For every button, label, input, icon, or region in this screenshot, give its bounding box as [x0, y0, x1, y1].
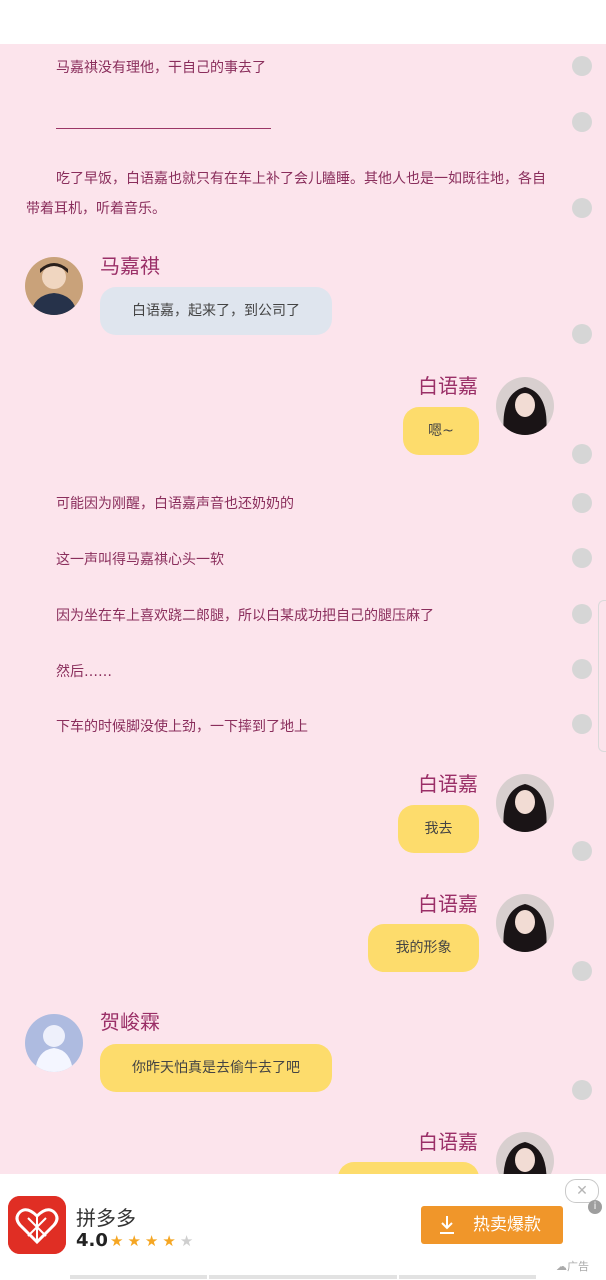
story-paragraph: 这一声叫得马嘉祺心头一软: [56, 552, 224, 568]
bottom-indicator: [70, 1275, 207, 1279]
star-icon: ★: [110, 1232, 128, 1250]
comment-dot[interactable]: [572, 961, 592, 981]
story-paragraph: 然后……: [56, 664, 112, 680]
ad-label: ☁广告: [556, 1260, 589, 1273]
star-icon: ★: [127, 1232, 145, 1250]
ad-app-name: 拼多多: [76, 1206, 136, 1230]
comment-dot[interactable]: [572, 659, 592, 679]
top-bar: [0, 0, 606, 44]
comment-dot[interactable]: [572, 324, 592, 344]
ad-banner[interactable]: 拼多多 4.0 ★★★★★ 热卖爆款 ✕ i ☁广告: [0, 1174, 606, 1280]
speaker-name: 白语嘉: [418, 1130, 478, 1154]
ad-button-label: 热卖爆款: [473, 1215, 541, 1235]
story-paragraph: 因为坐在车上喜欢跷二郎腿，所以白某成功把自己的腿压麻了: [56, 608, 434, 624]
chat-bubble: 白语嘉，起来了，到公司了: [100, 287, 332, 335]
download-icon: [440, 1216, 454, 1234]
chat-bubble: 你昨天怕真是去偷牛去了吧: [100, 1044, 332, 1092]
ad-download-button[interactable]: 热卖爆款: [421, 1206, 563, 1244]
pinduoduo-logo-icon[interactable]: [8, 1196, 66, 1254]
speaker-name: 贺峻霖: [100, 1010, 160, 1034]
rating-stars: ★★★★★: [110, 1232, 197, 1250]
chat-bubble: 嗯~: [403, 407, 479, 455]
bottom-indicator: [399, 1275, 536, 1279]
comment-dot[interactable]: [572, 198, 592, 218]
star-icon: ★: [144, 1232, 163, 1250]
avatar-majiaqi[interactable]: [25, 257, 83, 315]
comment-dot[interactable]: [572, 112, 592, 132]
cloud-icon: ☁: [556, 1260, 567, 1273]
speaker-name: 白语嘉: [418, 772, 478, 796]
comment-dot[interactable]: [572, 604, 592, 624]
speaker-name: 白语嘉: [418, 374, 478, 398]
comment-dot[interactable]: [572, 56, 592, 76]
avatar-baiyujia[interactable]: [496, 774, 554, 832]
comment-dot[interactable]: [572, 548, 592, 568]
story-paragraph: 下车的时候脚没使上劲，一下摔到了地上: [56, 719, 308, 735]
chat-bubble: 我的形象: [368, 924, 479, 972]
chat-bubble: [338, 1162, 479, 1174]
story-paragraph: 可能因为刚醒，白语嘉声音也还奶奶的: [56, 496, 294, 512]
star-icon: ★: [179, 1232, 198, 1250]
comment-dot[interactable]: [572, 1080, 592, 1100]
story-content: 马嘉祺没有理他，干自己的事去了 吃了早饭，白语嘉也就只有在车上补了会儿瞌睡。其他…: [0, 44, 606, 1174]
star-icon: ★: [162, 1232, 180, 1250]
avatar-hejunlin[interactable]: [25, 1014, 83, 1072]
comment-dot[interactable]: [572, 444, 592, 464]
speaker-name: 白语嘉: [418, 892, 478, 916]
comment-dot[interactable]: [572, 714, 592, 734]
scroll-handle[interactable]: [598, 600, 606, 752]
bottom-indicator: [209, 1275, 397, 1279]
section-divider: [56, 128, 271, 129]
ad-rating: 4.0: [76, 1230, 108, 1251]
story-paragraph: 马嘉祺没有理他，干自己的事去了: [56, 60, 266, 76]
comment-dot[interactable]: [572, 493, 592, 513]
comment-dot[interactable]: [572, 841, 592, 861]
speaker-name: 马嘉祺: [100, 254, 160, 278]
chat-bubble: 我去: [398, 805, 479, 853]
info-icon[interactable]: i: [588, 1200, 602, 1214]
avatar-baiyujia[interactable]: [496, 894, 554, 952]
avatar-baiyujia[interactable]: [496, 377, 554, 435]
story-paragraph: 吃了早饭，白语嘉也就只有在车上补了会儿瞌睡。其他人也是一如既往地，各自带着耳机，…: [26, 171, 546, 217]
avatar-baiyujia[interactable]: [496, 1132, 554, 1174]
